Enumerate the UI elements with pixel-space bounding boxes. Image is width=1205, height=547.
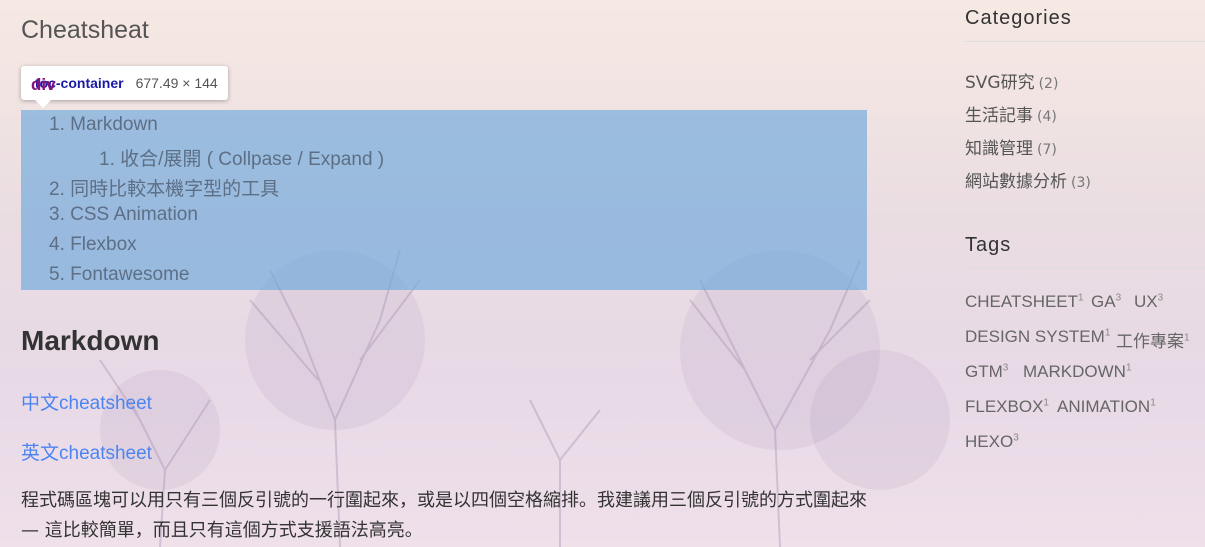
section-heading-markdown: Markdown [21, 325, 160, 356]
link-english-cheatsheet[interactable]: 英文cheatsheet [21, 438, 152, 465]
devtools-element-tooltip: div .toc-container 677.49 × 144 [21, 66, 228, 108]
tag-ux[interactable]: UX3 [1134, 292, 1163, 312]
tags-divider [965, 268, 1205, 269]
toc-item-css-animation[interactable]: 3. CSS Animation [49, 204, 198, 226]
tag-cheatsheet[interactable]: CHEATSHEET1 [965, 292, 1084, 312]
tag-design-system[interactable]: DESIGN SYSTEM1 [965, 327, 1110, 347]
tag-flexbox[interactable]: FLEXBOX1 [965, 397, 1049, 417]
category-life[interactable]: 生活記事 (4) [965, 101, 1057, 126]
tag-work-project[interactable]: 工作專案1 [1116, 327, 1190, 352]
link-chinese-cheatsheet[interactable]: 中文cheatsheet [21, 388, 152, 415]
tag-hexo[interactable]: HEXO3 [965, 432, 1019, 452]
toc-item-flexbox[interactable]: 4. Flexbox [49, 234, 137, 256]
body-paragraph: 程式碼區塊可以用只有三個反引號的一行圍起來，或是以四個空格縮排。我建議用三個反引… [21, 490, 867, 541]
tag-gtm[interactable]: GTM3 [965, 362, 1008, 382]
tooltip-tag: div [31, 75, 56, 94]
categories-heading: Categories [965, 7, 1072, 29]
tag-ga[interactable]: GA3 [1091, 292, 1121, 312]
tags-heading: Tags [965, 234, 1012, 256]
categories-divider [965, 41, 1205, 42]
category-svg[interactable]: SVG研究 (2) [965, 68, 1058, 93]
page-title: Cheatsheat [21, 16, 149, 44]
toc-item-markdown[interactable]: 1. Markdown [49, 114, 158, 136]
toc-item-font-compare-tool[interactable]: 2. 同時比較本機字型的工具 [49, 174, 279, 201]
category-knowledge[interactable]: 知識管理 (7) [965, 134, 1057, 159]
tag-animation[interactable]: ANIMATION1 [1057, 397, 1156, 417]
tag-markdown[interactable]: MARKDOWN1 [1023, 362, 1132, 382]
tooltip-selector: div .toc-container [31, 75, 124, 94]
category-analytics[interactable]: 網站數據分析 (3) [965, 167, 1091, 192]
toc-container: 1. Markdown 1. 收合/展開 ( Collpase / Expand… [21, 110, 867, 290]
tooltip-dimensions: 677.49 × 144 [135, 75, 218, 91]
toc-item-fontawesome[interactable]: 5. Fontawesome [49, 264, 189, 286]
toc-item-collapse-expand[interactable]: 1. 收合/展開 ( Collpase / Expand ) [99, 144, 384, 171]
